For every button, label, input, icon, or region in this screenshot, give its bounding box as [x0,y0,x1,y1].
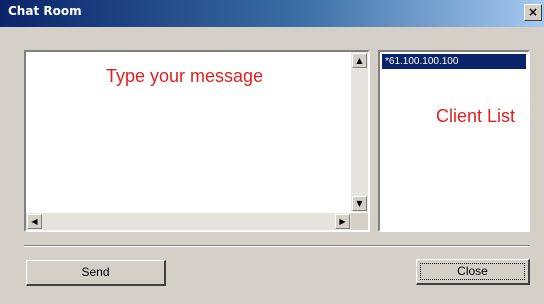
vertical-scrollbar[interactable]: ▲ ▼ [351,52,368,212]
horizontal-scrollbar[interactable]: ◀ ▶ [26,213,351,230]
separator-line [24,245,530,247]
scroll-right-button[interactable]: ▶ [335,214,350,229]
window-title: Chat Room [8,4,82,18]
scroll-up-button[interactable]: ▲ [352,53,367,68]
close-window-button[interactable]: × [524,4,542,21]
scroll-up-icon: ▲ [356,56,363,65]
scroll-down-button[interactable]: ▼ [352,196,367,211]
scroll-left-button[interactable]: ◀ [27,214,42,229]
title-bar[interactable]: Chat Room × [0,0,544,27]
message-hint-label: Type your message [106,66,264,86]
chat-room-window: Chat Room × ▲ ▼ ◀ ▶ Type your message *6… [0,0,544,304]
close-button-label: Close [420,263,525,280]
client-list-item[interactable]: *61.100.100.100 [382,54,526,69]
scrollbar-corner [351,213,368,230]
send-button[interactable]: Send [26,260,166,286]
close-icon: × [527,5,539,19]
scroll-right-icon: ▶ [339,217,346,226]
client-list-hint-label: Client List [436,106,516,126]
close-button[interactable]: Close [416,259,530,285]
scroll-left-icon: ◀ [31,217,38,226]
scroll-down-icon: ▼ [356,199,363,208]
client-list[interactable]: *61.100.100.100 [378,50,530,232]
